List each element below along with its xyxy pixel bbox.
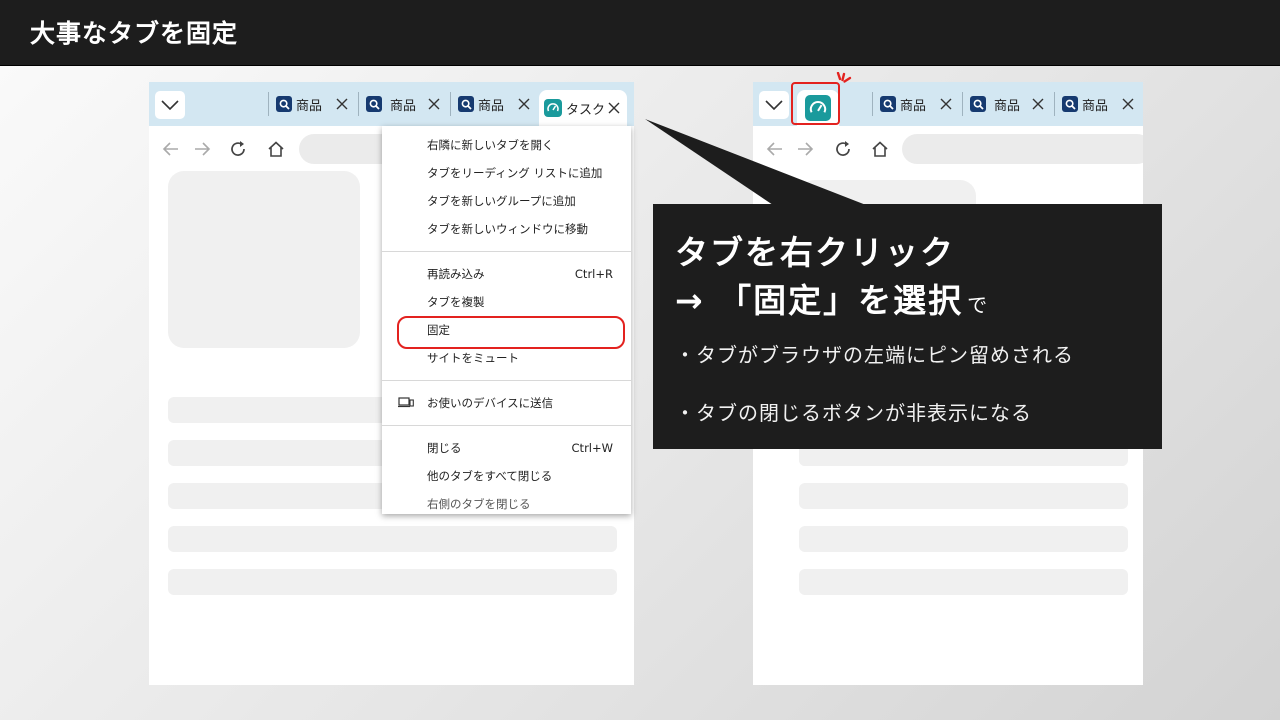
callout-heading-main: → 「固定」を選択 bbox=[675, 281, 964, 320]
callout-bullet: ・タブがブラウザの左端にピン留めされる bbox=[675, 343, 1074, 367]
callout-heading-line1: タブを右クリック bbox=[675, 233, 955, 272]
callout-heading-line2: → 「固定」を選択で bbox=[675, 274, 987, 322]
callout-heading-suffix: で bbox=[967, 293, 988, 317]
instruction-callout: タブを右クリック → 「固定」を選択で ・タブがブラウザの左端にピン留めされる … bbox=[653, 204, 1162, 449]
callout-bullet: ・タブの閉じるボタンが非表示になる bbox=[675, 401, 1032, 425]
